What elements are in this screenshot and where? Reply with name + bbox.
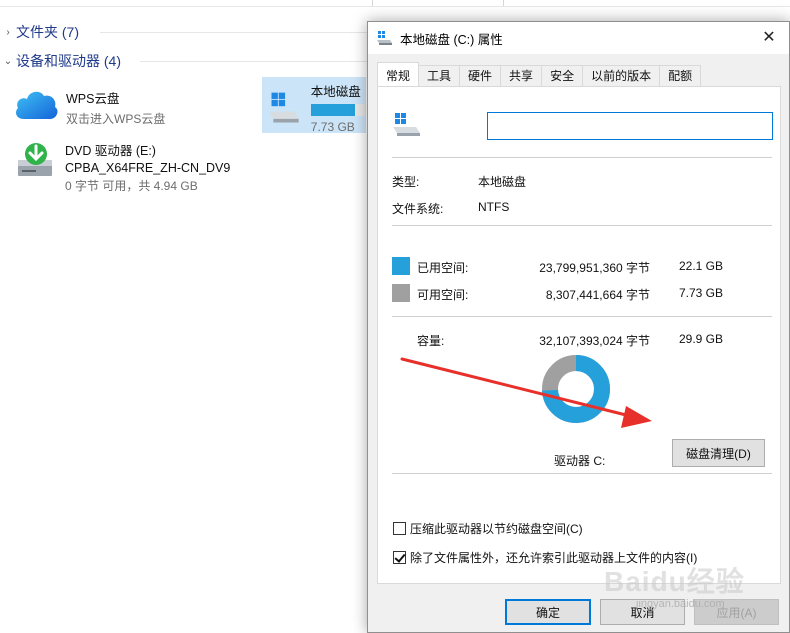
- drive-icon: [393, 113, 420, 136]
- dialog-title: 本地磁盘 (C:) 属性: [400, 32, 503, 47]
- divider: [392, 225, 772, 226]
- tab-hardware[interactable]: 硬件: [459, 65, 502, 86]
- free-space-bytes: 8,307,441,664 字节: [545, 288, 650, 302]
- local-disk-space-text: 7.73 GB: [310, 120, 355, 132]
- group-header-devices[interactable]: ⌄ 设备和驱动器 (4): [0, 50, 368, 72]
- disk-usage-donut: [542, 355, 610, 423]
- ok-button[interactable]: 确定: [505, 599, 591, 625]
- dvd-volume-label: CPBA_X64FRE_ZH-CN_DV9: [65, 161, 231, 175]
- tab-tools[interactable]: 工具: [418, 65, 461, 86]
- dvd-drive-item[interactable]: DVD 驱动器 (E:) CPBA_X64FRE_ZH-CN_DV9 0 字节 …: [14, 140, 264, 194]
- filesystem-label: 文件系统:: [392, 202, 444, 216]
- cloud-icon: [16, 91, 58, 119]
- divider: [392, 316, 772, 317]
- tab-sharing[interactable]: 共享: [500, 65, 543, 86]
- local-disk-item[interactable]: 本地磁盘 7.73 GB: [262, 77, 366, 133]
- disk-cleanup-button[interactable]: 磁盘清理(D): [672, 439, 765, 467]
- top-toolbar-edge: [0, 0, 790, 7]
- used-space-label: 已用空间:: [417, 261, 469, 275]
- tab-quota[interactable]: 配额: [659, 65, 702, 86]
- capacity-label: 容量:: [417, 334, 445, 348]
- tab-security[interactable]: 安全: [541, 65, 584, 86]
- capacity-size: 29.9 GB: [678, 332, 723, 346]
- divider: [392, 473, 772, 474]
- windows-drive-icon: [269, 92, 299, 123]
- free-space-label: 可用空间:: [417, 288, 469, 302]
- dvd-space-text: 0 字节 可用，共 4.94 GB: [65, 179, 198, 193]
- index-checkbox[interactable]: [393, 551, 406, 564]
- divider: [392, 157, 772, 158]
- local-disk-usage-fill: [310, 104, 356, 116]
- tab-previous-versions[interactable]: 以前的版本: [582, 65, 661, 86]
- group-divider: [140, 61, 368, 62]
- tab-general[interactable]: 常规: [377, 62, 420, 86]
- general-tab-panel: 类型: 本地磁盘 文件系统: NTFS 已用空间: 23,799,951,360…: [377, 86, 781, 584]
- free-space-size: 7.73 GB: [678, 286, 723, 300]
- type-label: 类型:: [392, 175, 420, 189]
- drive-icon: [377, 31, 392, 45]
- used-space-bytes: 23,799,951,360 字节: [539, 261, 650, 275]
- chevron-down-icon: ⌄: [3, 55, 13, 67]
- group-header-label: 文件夹 (7): [16, 24, 79, 40]
- tab-strip: 常规 工具 硬件 共享 安全 以前的版本 配额: [377, 62, 702, 87]
- column-divider: [372, 0, 373, 6]
- close-icon: ✕: [762, 29, 776, 46]
- watermark-url: jingyan.baidu.com: [636, 598, 725, 610]
- local-disk-title: 本地磁盘: [310, 85, 361, 99]
- compress-label: 压缩此驱动器以节约磁盘空间(C): [410, 522, 583, 536]
- free-space-swatch: [392, 284, 410, 302]
- group-header-folders[interactable]: › 文件夹 (7): [0, 21, 368, 43]
- drive-label: 驱动器 C:: [554, 454, 606, 468]
- group-header-label: 设备和驱动器 (4): [16, 53, 121, 69]
- wps-cloud-item[interactable]: WPS云盘 双击进入WPS云盘: [12, 85, 252, 127]
- dialog-titlebar[interactable]: 本地磁盘 (C:) 属性 ✕: [368, 22, 789, 54]
- dvd-drive-title: DVD 驱动器 (E:): [65, 144, 156, 158]
- baidu-watermark: Baidu经验: [604, 566, 745, 597]
- chevron-right-icon: ›: [6, 26, 10, 38]
- dvd-drive-icon: [18, 143, 52, 176]
- wps-cloud-title: WPS云盘: [66, 92, 120, 106]
- close-button[interactable]: ✕: [759, 28, 779, 48]
- properties-dialog: 本地磁盘 (C:) 属性 ✕ 常规 工具 硬件 共享 安全 以前的版本 配额 类…: [367, 21, 790, 633]
- wps-cloud-subtitle: 双击进入WPS云盘: [66, 112, 166, 126]
- group-divider: [100, 32, 368, 33]
- filesystem-value: NTFS: [478, 200, 510, 214]
- drive-name-input[interactable]: [487, 112, 773, 140]
- used-space-size: 22.1 GB: [678, 259, 723, 273]
- column-divider: [503, 0, 504, 6]
- capacity-bytes: 32,107,393,024 字节: [539, 334, 650, 348]
- compress-drive-option[interactable]: 压缩此驱动器以节约磁盘空间(C): [393, 520, 583, 537]
- local-disk-usage-bar: [310, 104, 365, 116]
- type-value: 本地磁盘: [478, 175, 527, 189]
- used-space-swatch: [392, 257, 410, 275]
- compress-checkbox[interactable]: [393, 522, 406, 535]
